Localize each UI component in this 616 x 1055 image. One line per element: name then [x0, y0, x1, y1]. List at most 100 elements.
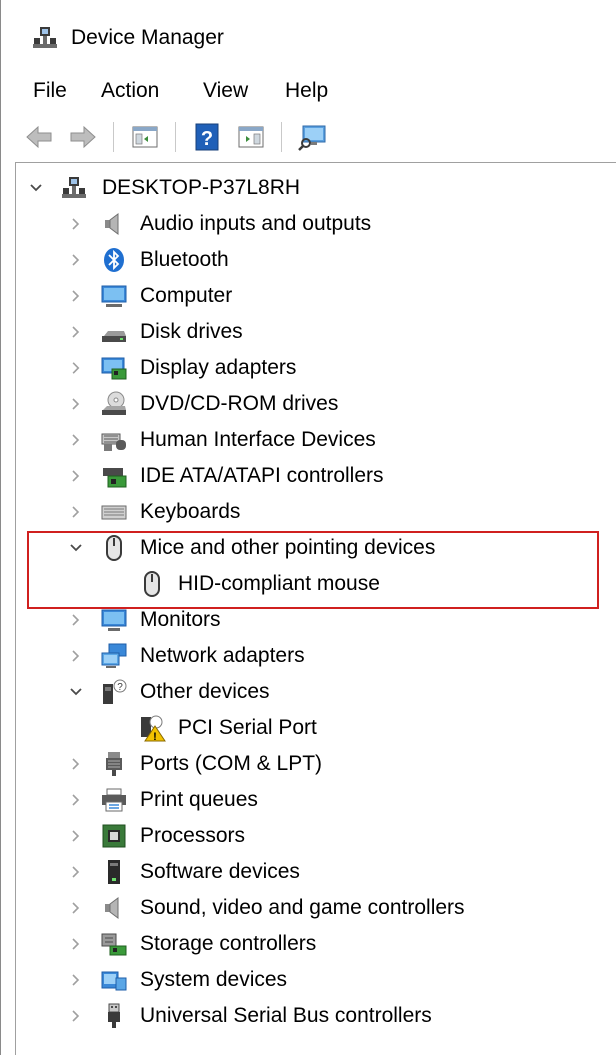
computer-icon [101, 285, 127, 307]
tree-item-label: HID-compliant mouse [178, 572, 380, 595]
menu-action[interactable]: Action [99, 77, 161, 105]
back-icon[interactable] [23, 121, 55, 153]
tree-item-storage-controllers[interactable]: Storage controllers [16, 926, 596, 962]
svg-text:?: ? [201, 128, 213, 150]
tree-item-system-devices[interactable]: System devices [16, 962, 596, 998]
computer-network-icon [62, 177, 86, 198]
menu-help[interactable]: Help [283, 77, 330, 105]
tree-item-label: Audio inputs and outputs [140, 212, 372, 235]
tree-item-usb-controllers[interactable]: Universal Serial Bus controllers [16, 998, 596, 1034]
computer-name-label: DESKTOP-P37L8RH [102, 176, 301, 199]
tree-item-mice[interactable]: Mice and other pointing devices [16, 530, 596, 566]
chevron-down-icon[interactable] [68, 684, 84, 700]
chevron-right-icon[interactable] [68, 396, 84, 412]
tree-item-label: IDE ATA/ATAPI controllers [140, 464, 384, 487]
keyboard-icon [101, 505, 127, 520]
warning-device-icon: ! [141, 715, 166, 742]
chevron-right-icon[interactable] [68, 324, 84, 340]
chevron-right-icon[interactable] [68, 792, 84, 808]
tree-item-disk-drives[interactable]: Disk drives [16, 314, 596, 350]
tree-item-processors[interactable]: Processors [16, 818, 596, 854]
tree-item-label: Universal Serial Bus controllers [140, 1004, 432, 1027]
speaker-icon [105, 213, 119, 235]
toolbar-separator [113, 122, 114, 152]
network-adapter-icon [101, 643, 127, 668]
tree-item-label: Bluetooth [140, 248, 229, 271]
sound-controller-icon [105, 897, 119, 919]
tree-item-sound-controllers[interactable]: Sound, video and game controllers [16, 890, 596, 926]
tree-item-label: Print queues [140, 788, 258, 811]
bluetooth-icon [104, 248, 124, 272]
tree-item-label: Ports (COM & LPT) [140, 752, 323, 775]
chevron-right-icon[interactable] [68, 360, 84, 376]
usb-icon [108, 1003, 120, 1028]
chevron-right-icon[interactable] [68, 252, 84, 268]
tree-item-ide-controllers[interactable]: IDE ATA/ATAPI controllers [16, 458, 596, 494]
tree-item-hid[interactable]: Human Interface Devices [16, 422, 596, 458]
svg-text:!: ! [153, 731, 157, 742]
tree-root[interactable]: DESKTOP-P37L8RH [16, 170, 576, 206]
chevron-right-icon[interactable] [68, 1008, 84, 1024]
chevron-right-icon[interactable] [68, 612, 84, 628]
tree-item-hid-compliant-mouse[interactable]: HID-compliant mouse [16, 566, 596, 602]
software-device-icon [108, 860, 120, 884]
mouse-icon [144, 571, 160, 597]
chevron-right-icon[interactable] [68, 504, 84, 520]
action-pane-icon[interactable] [235, 121, 267, 153]
chevron-right-icon[interactable] [68, 648, 84, 664]
tree-item-label: Keyboards [140, 500, 241, 523]
chevron-right-icon[interactable] [68, 468, 84, 484]
display-adapter-icon [101, 357, 127, 380]
tree-item-label: Display adapters [140, 356, 297, 379]
chevron-right-icon[interactable] [68, 900, 84, 916]
tree-item-label: Processors [140, 824, 246, 847]
printer-icon [102, 788, 126, 812]
tree-item-audio[interactable]: Audio inputs and outputs [16, 206, 596, 242]
system-devices-icon [101, 971, 127, 991]
menu-view[interactable]: View [201, 77, 250, 105]
chevron-right-icon[interactable] [68, 216, 84, 232]
svg-text:?: ? [117, 682, 123, 693]
tree-item-label: Network adapters [140, 644, 305, 667]
chevron-right-icon[interactable] [68, 828, 84, 844]
chevron-right-icon[interactable] [68, 288, 84, 304]
chevron-right-icon[interactable] [68, 936, 84, 952]
scan-hardware-icon[interactable] [297, 121, 329, 153]
tree-item-software-devices[interactable]: Software devices [16, 854, 596, 890]
tree-item-label: Computer [140, 284, 233, 307]
ide-controller-icon [103, 468, 127, 488]
tree-item-bluetooth[interactable]: Bluetooth [16, 242, 596, 278]
tree-item-other-devices[interactable]: ? Other devices [16, 674, 596, 710]
tree-item-pci-serial-port[interactable]: ! PCI Serial Port [16, 710, 596, 746]
title-bar: Device Manager [1, 0, 616, 72]
chevron-down-icon[interactable] [28, 180, 44, 196]
device-manager-icon [33, 27, 57, 48]
chevron-right-icon[interactable] [68, 864, 84, 880]
forward-icon[interactable] [67, 121, 99, 153]
tree-item-keyboards[interactable]: Keyboards [16, 494, 596, 530]
device-tree: DESKTOP-P37L8RH Audio inputs and outputs… [15, 162, 616, 1055]
chevron-down-icon[interactable] [68, 540, 84, 556]
tree-item-monitors[interactable]: Monitors [16, 602, 596, 638]
help-icon[interactable]: ? [191, 121, 223, 153]
hid-icon [101, 433, 126, 451]
menu-file[interactable]: File [31, 77, 69, 105]
port-icon [106, 752, 122, 776]
tree-item-label: Sound, video and game controllers [140, 896, 465, 919]
tree-item-label: Human Interface Devices [140, 428, 376, 451]
dvd-drive-icon [102, 391, 126, 415]
tree-item-network-adapters[interactable]: Network adapters [16, 638, 596, 674]
chevron-right-icon[interactable] [68, 432, 84, 448]
properties-pane-icon[interactable] [129, 121, 161, 153]
tree-item-ports[interactable]: Ports (COM & LPT) [16, 746, 596, 782]
tree-item-label: Mice and other pointing devices [140, 536, 436, 559]
tree-item-print-queues[interactable]: Print queues [16, 782, 596, 818]
chevron-right-icon[interactable] [68, 756, 84, 772]
tree-item-dvd-drives[interactable]: DVD/CD-ROM drives [16, 386, 596, 422]
tree-item-label: Software devices [140, 860, 300, 883]
tree-item-computer[interactable]: Computer [16, 278, 596, 314]
tree-item-display-adapters[interactable]: Display adapters [16, 350, 596, 386]
window-title: Device Manager [71, 26, 224, 49]
tree-item-label: Storage controllers [140, 932, 317, 955]
chevron-right-icon[interactable] [68, 972, 84, 988]
